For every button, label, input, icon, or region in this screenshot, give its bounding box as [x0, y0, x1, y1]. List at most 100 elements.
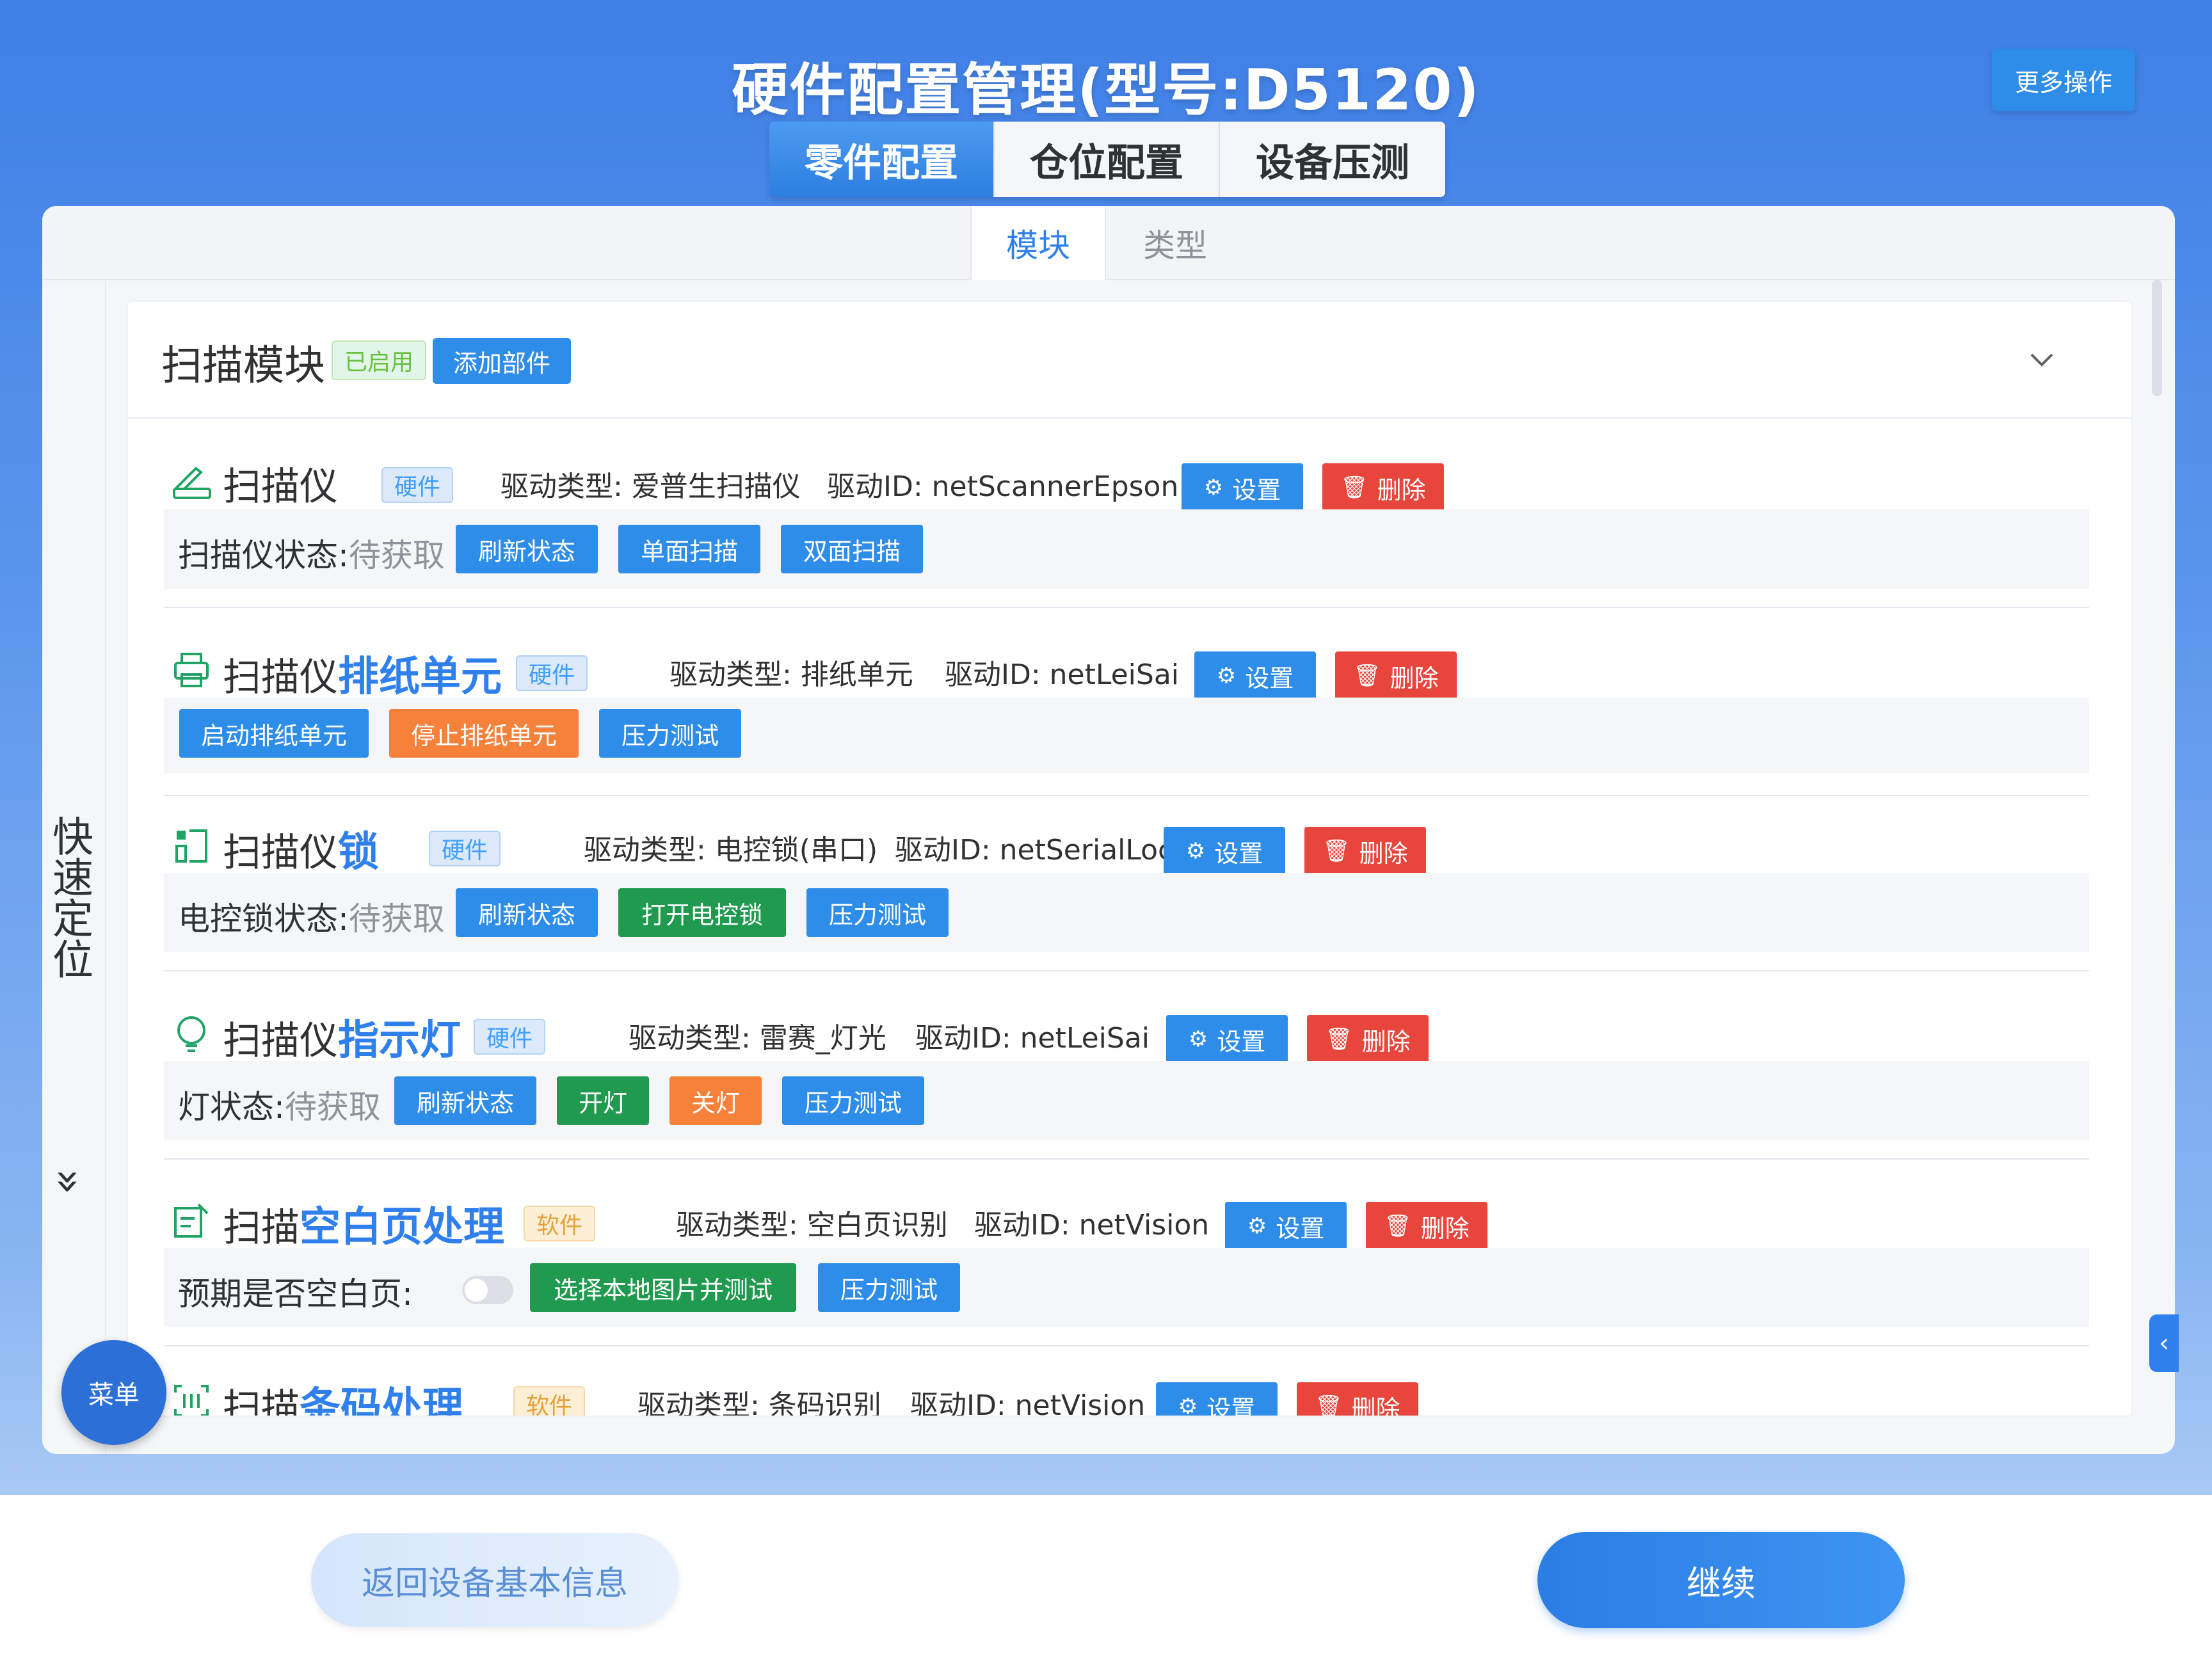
- driver-type: 驱动类型: 爱普生扫描仪: [501, 470, 801, 503]
- footer: 返回设备基本信息 继续: [0, 1495, 2212, 1660]
- stop-paper-unit-button[interactable]: 停止排纸单元: [389, 709, 579, 758]
- menu-button[interactable]: 菜单: [61, 1340, 166, 1445]
- trash-icon: 🗑: [1340, 475, 1368, 500]
- sub-tabs: 模块 类型: [42, 206, 2175, 280]
- module-list[interactable]: 扫描模块 已启用 添加部件 扫描仪 硬件 驱动类型: 爱普生扫描仪 驱动ID: …: [128, 302, 2131, 1416]
- delete-button[interactable]: 🗑 删除: [1322, 463, 1444, 512]
- settings-button[interactable]: ⚙ 设置: [1225, 1202, 1347, 1250]
- driver-id: 驱动ID: netLeiSai: [915, 1022, 1150, 1055]
- chevron-left-icon[interactable]: ‹: [2149, 1314, 2179, 1372]
- stress-test-button[interactable]: 压力测试: [599, 709, 741, 758]
- scrollbar[interactable]: [2152, 280, 2162, 396]
- sub-tab-module[interactable]: 模块: [970, 206, 1106, 280]
- divider: [164, 795, 2089, 796]
- trash-icon: 🗑: [1353, 663, 1381, 689]
- double-side-scan-button[interactable]: 双面扫描: [781, 525, 923, 573]
- start-paper-unit-button[interactable]: 启动排纸单元: [179, 709, 369, 758]
- trash-icon: 🗑: [1315, 1394, 1343, 1416]
- delete-button[interactable]: 🗑 删除: [1297, 1382, 1418, 1416]
- component-name: 扫描仪锁: [223, 829, 379, 876]
- sub-tab-type[interactable]: 类型: [1107, 206, 1243, 280]
- chevron-down-icon[interactable]: [2023, 340, 2061, 379]
- type-badge-hardware: 硬件: [429, 831, 501, 866]
- open-lock-button[interactable]: 打开电控锁: [618, 888, 786, 937]
- divider: [164, 1345, 2089, 1346]
- more-actions-button[interactable]: 更多操作: [1992, 49, 2135, 111]
- tab-parts-config[interactable]: 零件配置: [769, 122, 995, 197]
- stress-test-button[interactable]: 压力测试: [818, 1263, 960, 1312]
- status-badge: 已启用: [332, 340, 427, 380]
- main-tabs: 零件配置 仓位配置 设备压测: [769, 122, 1445, 197]
- tab-slot-config[interactable]: 仓位配置: [995, 122, 1220, 197]
- component-name: 扫描仪排纸单元: [223, 653, 502, 701]
- main-panel: 模块 类型 快速定位 » 扫描模块 已启用 添加部件 扫描仪 硬件 驱动类型: …: [42, 206, 2175, 1454]
- driver-id: 驱动ID: netScannerEpson: [827, 470, 1179, 503]
- trash-icon: 🗑: [1384, 1213, 1412, 1239]
- driver-id: 驱动ID: netSerialLock: [895, 834, 1190, 866]
- settings-button[interactable]: ⚙ 设置: [1164, 827, 1285, 875]
- back-to-basic-info-button[interactable]: 返回设备基本信息: [311, 1533, 678, 1627]
- door-lock-icon: [175, 829, 207, 863]
- delete-button[interactable]: 🗑 删除: [1366, 1202, 1487, 1250]
- driver-id: 驱动ID: netVision: [974, 1209, 1210, 1241]
- divider: [164, 607, 2089, 608]
- expect-blank-toggle[interactable]: [462, 1276, 513, 1304]
- double-chevron-down-icon: »: [44, 1169, 94, 1195]
- page-title: 硬件配置管理(型号:D5120): [732, 57, 1480, 123]
- trash-icon: 🗑: [1322, 838, 1350, 864]
- module-title: 扫描模块: [161, 342, 325, 390]
- component-name: 扫描条码处理: [223, 1384, 463, 1416]
- gear-icon: ⚙: [1203, 475, 1224, 500]
- quick-locate-label: 快速定位: [45, 815, 93, 979]
- settings-button[interactable]: ⚙ 设置: [1182, 463, 1303, 512]
- divider: [164, 1158, 2089, 1160]
- refresh-status-button[interactable]: 刷新状态: [394, 1076, 536, 1125]
- document-edit-icon: [174, 1203, 209, 1238]
- select-local-image-test-button[interactable]: 选择本地图片并测试: [530, 1263, 796, 1312]
- stress-test-button[interactable]: 压力测试: [806, 888, 949, 937]
- driver-type: 驱动类型: 电控锁(串口): [584, 834, 878, 866]
- single-side-scan-button[interactable]: 单面扫描: [618, 525, 760, 573]
- divider: [164, 970, 2089, 971]
- driver-id: 驱动ID: netVision: [910, 1389, 1146, 1416]
- type-badge-hardware: 硬件: [381, 467, 454, 503]
- driver-id: 驱动ID: netLeiSai: [945, 658, 1180, 691]
- driver-type: 驱动类型: 雷赛_灯光: [629, 1022, 886, 1055]
- gear-icon: ⚙: [1188, 1026, 1208, 1052]
- light-off-button[interactable]: 关灯: [669, 1076, 762, 1125]
- status-label: 扫描仪状态:待获取: [178, 537, 445, 574]
- settings-button[interactable]: ⚙ 设置: [1166, 1015, 1288, 1064]
- driver-type: 驱动类型: 空白页识别: [676, 1209, 948, 1241]
- type-badge-software: 软件: [524, 1206, 596, 1241]
- expect-blank-label: 预期是否空白页:: [178, 1275, 413, 1313]
- type-badge-software: 软件: [513, 1386, 586, 1416]
- refresh-status-button[interactable]: 刷新状态: [456, 888, 598, 937]
- status-label: 灯状态:待获取: [178, 1089, 381, 1126]
- settings-button[interactable]: ⚙ 设置: [1194, 651, 1316, 700]
- delete-button[interactable]: 🗑 删除: [1307, 1015, 1429, 1064]
- add-part-button[interactable]: 添加部件: [433, 338, 571, 384]
- printer-icon: [174, 653, 209, 687]
- gear-icon: ⚙: [1216, 663, 1237, 689]
- driver-type: 驱动类型: 条码识别: [637, 1389, 881, 1416]
- light-on-button[interactable]: 开灯: [557, 1076, 649, 1125]
- driver-type: 驱动类型: 排纸单元: [669, 658, 913, 691]
- type-badge-hardware: 硬件: [474, 1019, 546, 1055]
- type-badge-hardware: 硬件: [516, 655, 588, 691]
- refresh-status-button[interactable]: 刷新状态: [456, 525, 598, 573]
- gear-icon: ⚙: [1185, 838, 1206, 864]
- tab-stress-test[interactable]: 设备压测: [1220, 122, 1445, 197]
- delete-button[interactable]: 🗑 删除: [1335, 651, 1457, 700]
- component-name: 扫描仪指示灯: [223, 1017, 461, 1064]
- barcode-scan-icon: [174, 1385, 209, 1416]
- continue-button[interactable]: 继续: [1537, 1532, 1905, 1628]
- module-header[interactable]: 扫描模块 已启用 添加部件: [128, 302, 2131, 419]
- delete-button[interactable]: 🗑 删除: [1304, 827, 1426, 875]
- settings-button[interactable]: ⚙ 设置: [1156, 1382, 1278, 1416]
- quick-locate-sidebar[interactable]: 快速定位 »: [42, 280, 106, 1454]
- gear-icon: ⚙: [1178, 1394, 1198, 1416]
- gear-icon: ⚙: [1247, 1213, 1267, 1239]
- stress-test-button[interactable]: 压力测试: [782, 1076, 924, 1125]
- component-name: 扫描仪: [223, 465, 338, 509]
- component-name: 扫描空白页处理: [223, 1204, 504, 1251]
